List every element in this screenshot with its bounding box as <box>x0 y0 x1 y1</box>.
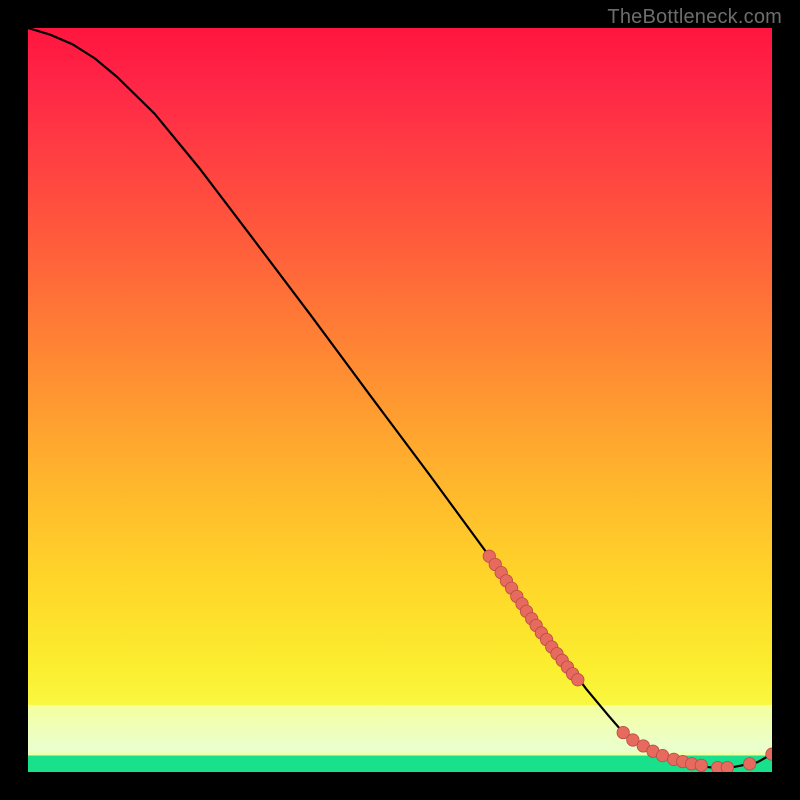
curve-layer <box>28 28 772 772</box>
bottleneck-curve <box>28 28 772 768</box>
data-point-dot <box>721 761 733 772</box>
marker-group <box>483 550 772 772</box>
plot-area <box>28 28 772 772</box>
data-point-dot <box>743 758 755 770</box>
data-point-dot <box>572 674 584 686</box>
data-point-dot <box>766 748 772 760</box>
watermark-text: TheBottleneck.com <box>607 6 782 29</box>
data-point-dot <box>695 759 707 771</box>
chart-stage: TheBottleneck.com <box>0 0 800 800</box>
data-point-dot <box>656 749 668 761</box>
